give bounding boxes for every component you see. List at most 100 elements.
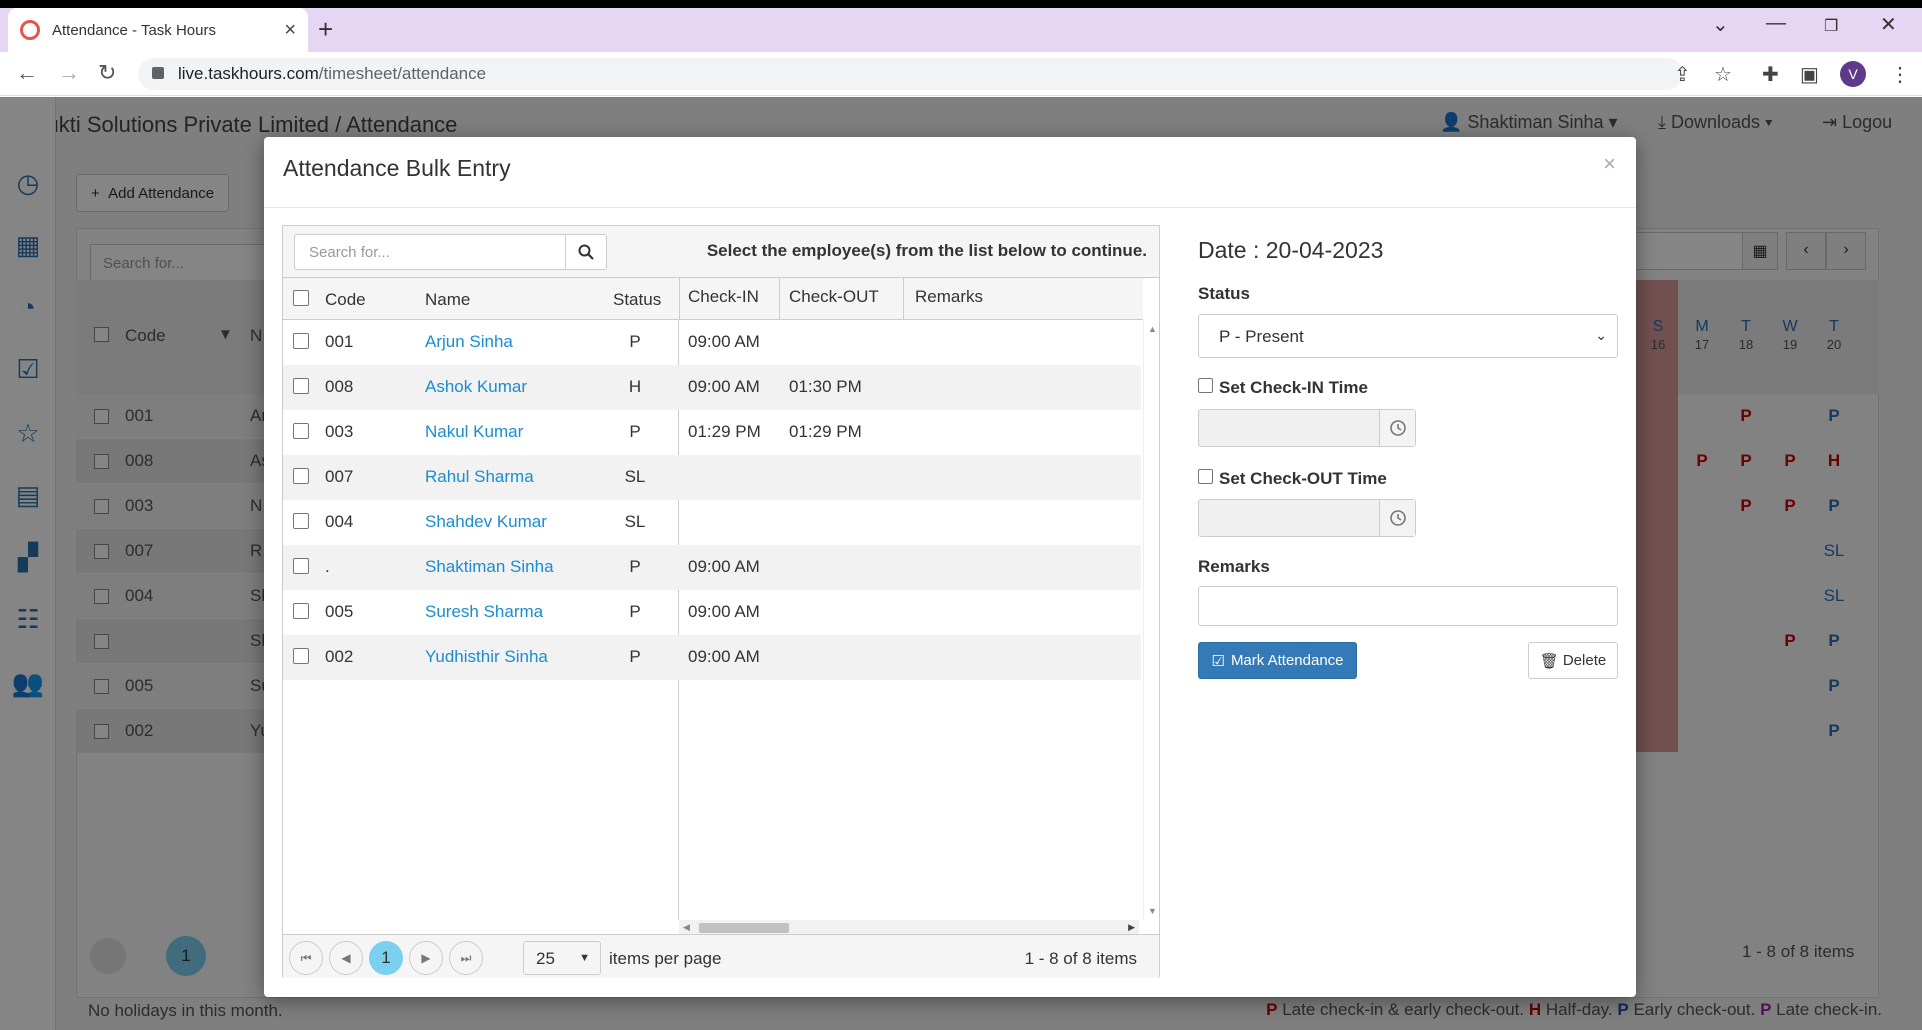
taskhours-favicon-icon [20, 20, 40, 40]
grid-toolbar: Search for... Select the employee(s) fro… [283, 226, 1159, 278]
set-checkout-checkbox[interactable] [1198, 469, 1213, 484]
checkin-time-input[interactable] [1198, 409, 1416, 447]
name-column-header[interactable]: Name [425, 290, 470, 310]
column-divider [779, 278, 780, 320]
employee-row[interactable]: 008 Ashok Kumar H 09:00 AM 01:30 PM [283, 365, 1141, 410]
remarks-label: Remarks [1198, 557, 1270, 576]
modal-title: Attendance Bulk Entry [283, 155, 511, 181]
row-checkbox[interactable] [293, 333, 309, 349]
checkout-clock-button[interactable] [1379, 500, 1415, 536]
scroll-left-icon[interactable]: ◀ [683, 922, 690, 933]
employee-name-link[interactable]: Suresh Sharma [425, 602, 543, 622]
mark-attendance-button[interactable]: ☑ Mark Attendance [1198, 642, 1357, 679]
set-checkout-label: Set Check-OUT Time [1219, 469, 1387, 488]
employee-search-input[interactable]: Search for... [294, 234, 566, 270]
scroll-up-icon[interactable]: ▲ [1148, 324, 1157, 334]
tab-search-icon[interactable]: ⌄ [1712, 12, 1729, 37]
page-size-select[interactable]: 25 ▼ [523, 941, 601, 975]
employee-name-link[interactable]: Rahul Sharma [425, 467, 534, 487]
employee-code: 002 [325, 647, 354, 666]
horizontal-scroll-thumb[interactable] [699, 923, 789, 933]
selection-hint: Select the employee(s) from the list bel… [706, 241, 1147, 260]
checkout-time: 01:30 PM [789, 377, 862, 396]
remarks-column-header[interactable]: Remarks [915, 287, 983, 307]
employee-name-link[interactable]: Ashok Kumar [425, 377, 527, 397]
reload-icon[interactable]: ↻ [98, 60, 116, 86]
share-icon[interactable]: ⇪ [1674, 62, 1691, 87]
employee-name-link[interactable]: Nakul Kumar [425, 422, 523, 442]
window-close-icon[interactable]: ✕ [1880, 12, 1897, 37]
new-tab-icon[interactable]: + [318, 14, 333, 45]
employee-name-link[interactable]: Arjun Sinha [425, 332, 513, 352]
select-all-checkbox[interactable] [293, 290, 309, 306]
row-checkbox[interactable] [293, 603, 309, 619]
url-field[interactable]: live.taskhours.com/timesheet/attendance [138, 58, 1683, 90]
scroll-right-icon[interactable]: ▶ [1128, 922, 1135, 933]
employee-code: 001 [325, 332, 354, 351]
employee-row[interactable]: . Shaktiman Sinha P 09:00 AM [283, 545, 1141, 590]
checkin-time: 09:00 AM [688, 377, 760, 396]
next-page-icon[interactable]: ▶ [409, 941, 443, 975]
set-checkin-checkbox[interactable] [1198, 378, 1213, 393]
previous-page-icon[interactable]: ◀ [329, 941, 363, 975]
checkin-column-header[interactable]: Check-IN [688, 287, 759, 307]
minimize-icon[interactable]: — [1766, 12, 1786, 35]
mark-attendance-label: Mark Attendance [1230, 652, 1344, 669]
employee-name-link[interactable]: Shahdev Kumar [425, 512, 547, 532]
checkout-time: 01:29 PM [789, 422, 862, 441]
status-select[interactable]: P - Present ⌄ [1198, 314, 1618, 358]
close-tab-icon[interactable]: × [284, 19, 296, 42]
employee-row[interactable]: 001 Arjun Sinha P 09:00 AM [283, 320, 1141, 365]
employee-row[interactable]: 007 Rahul Sharma SL [283, 455, 1141, 500]
checkin-clock-button[interactable] [1379, 410, 1415, 446]
first-page-icon[interactable]: ⏮ [289, 941, 323, 975]
row-checkbox[interactable] [293, 423, 309, 439]
employee-row[interactable]: 003 Nakul Kumar P 01:29 PM 01:29 PM [283, 410, 1141, 455]
checkout-column-header[interactable]: Check-OUT [789, 287, 879, 307]
current-page-button[interactable]: 1 [369, 941, 403, 975]
bookmark-star-icon[interactable]: ☆ [1714, 62, 1732, 87]
delete-button[interactable]: 🗑 Delete [1528, 642, 1618, 679]
extensions-icon[interactable]: ✚ [1762, 62, 1779, 87]
row-checkbox[interactable] [293, 468, 309, 484]
restore-icon[interactable]: ❐ [1824, 16, 1838, 36]
employee-row[interactable]: 005 Suresh Sharma P 09:00 AM [283, 590, 1141, 635]
row-checkbox[interactable] [293, 513, 309, 529]
browser-tab[interactable]: Attendance - Task Hours × [8, 8, 308, 52]
employee-grid: Search for... Select the employee(s) fro… [282, 225, 1160, 978]
employee-status: SL [624, 467, 646, 486]
forward-icon[interactable]: → [58, 60, 80, 86]
scroll-down-icon[interactable]: ▼ [1148, 906, 1157, 916]
column-divider [903, 278, 904, 320]
remarks-input[interactable] [1198, 586, 1618, 626]
employee-name-link[interactable]: Shaktiman Sinha [425, 557, 554, 577]
back-icon[interactable]: ← [16, 60, 38, 86]
modal-close-icon[interactable]: × [1603, 151, 1616, 177]
code-column-header[interactable]: Code [325, 290, 366, 310]
employee-row[interactable]: 002 Yudhisthir Sinha P 09:00 AM [283, 635, 1141, 680]
checkin-time: 09:00 AM [688, 602, 760, 621]
row-checkbox[interactable] [293, 378, 309, 394]
clock-icon [1389, 420, 1406, 436]
employee-status: H [628, 377, 642, 396]
search-button[interactable] [565, 234, 607, 270]
tab-title: Attendance - Task Hours [52, 21, 216, 39]
employee-code: 004 [325, 512, 354, 531]
checkout-time-input[interactable] [1198, 499, 1416, 537]
row-checkbox[interactable] [293, 558, 309, 574]
vertical-scrollbar[interactable]: ▲ ▼ [1143, 320, 1159, 920]
set-checkin-label: Set Check-IN Time [1219, 378, 1368, 397]
last-page-icon[interactable]: ⏭ [449, 941, 483, 975]
checkin-time: 01:29 PM [688, 422, 761, 441]
employee-status: P [629, 647, 641, 666]
side-panel-icon[interactable]: ▣ [1800, 62, 1819, 87]
employee-name-link[interactable]: Yudhisthir Sinha [425, 647, 548, 667]
employee-row[interactable]: 004 Shahdev Kumar SL [283, 500, 1141, 545]
column-divider [679, 278, 680, 320]
url-path: /timesheet/attendance [318, 64, 487, 83]
browser-menu-icon[interactable]: ⋮ [1890, 62, 1910, 87]
chevron-down-icon: ⌄ [1595, 327, 1607, 343]
status-column-header[interactable]: Status [613, 290, 661, 310]
row-checkbox[interactable] [293, 648, 309, 664]
profile-avatar[interactable]: V [1840, 61, 1866, 87]
